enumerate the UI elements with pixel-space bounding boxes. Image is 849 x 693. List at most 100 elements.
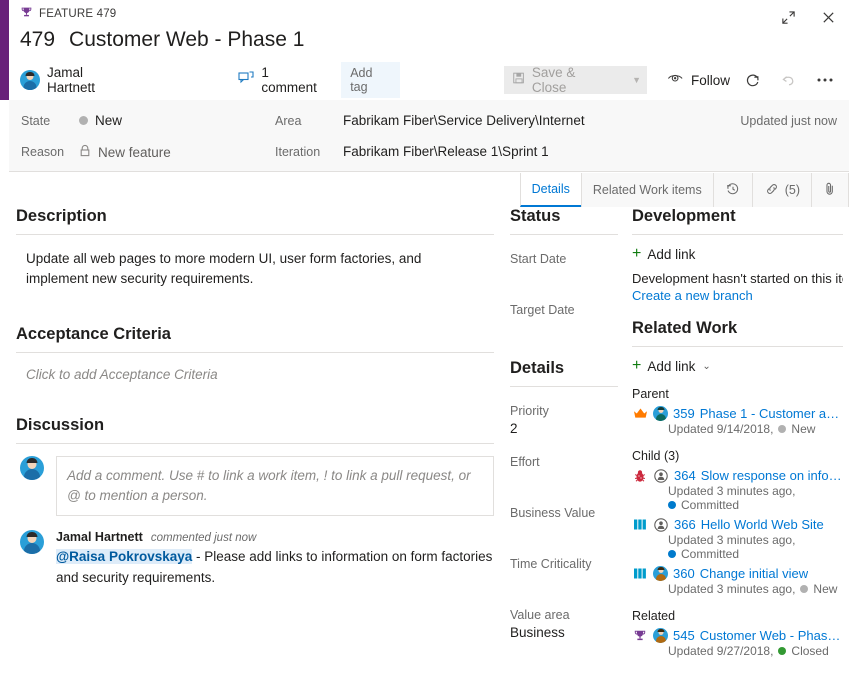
work-item-header: FEATURE 479 479 Customer Web - Phase 1 J… (9, 0, 849, 100)
assigned-to[interactable]: Jamal Hartnett (20, 65, 128, 95)
related-item-title[interactable]: Phase 1 - Customer acce... (700, 406, 843, 421)
add-tag-button[interactable]: Add tag (341, 62, 400, 98)
development-add-link-button[interactable]: + Add link (632, 246, 843, 262)
field-effort-value (510, 472, 632, 489)
close-icon[interactable] (815, 4, 841, 30)
save-and-close-label: Save & Close (531, 65, 576, 95)
tab-related-work-items-label: Related Work items (592, 183, 702, 197)
field-target-date[interactable]: Target Date (510, 303, 632, 337)
status-badge: Committed (668, 498, 739, 512)
history-icon (725, 181, 741, 200)
related-item-title[interactable]: Change initial view (700, 566, 808, 581)
related-item-line[interactable]: 366 Hello World Web Site (632, 517, 843, 532)
comment-timestamp: commented just now (150, 532, 257, 544)
related-item-meta: Updated 3 minutes ago, Committed (668, 533, 843, 561)
list-item: 366 Hello World Web Site Updated 3 minut… (632, 517, 843, 561)
follow-button[interactable]: Follow (667, 71, 730, 90)
avatar (20, 530, 44, 554)
field-iteration[interactable]: Iteration Fabrikam Fiber\Release 1\Sprin… (275, 144, 549, 159)
field-area-value: Fabrikam Fiber\Service Delivery\Internet (343, 113, 585, 128)
field-state[interactable]: State New (21, 113, 122, 128)
identity-placeholder-icon (653, 517, 669, 532)
work-item-tabs: Details Related Work items (5) (519, 173, 849, 207)
save-and-close-button: Save & Close ▼ (503, 65, 647, 95)
field-area[interactable]: Area Fabrikam Fiber\Service Delivery\Int… (275, 113, 585, 128)
status-badge: Committed (668, 547, 739, 561)
related-item-line[interactable]: 359 Phase 1 - Customer acce... (632, 406, 843, 421)
link-icon (764, 181, 780, 200)
field-start-date-label: Start Date (510, 252, 567, 266)
field-priority[interactable]: Priority 2 (510, 404, 632, 438)
breadcrumb: FEATURE 479 (20, 6, 116, 22)
field-start-date-value (510, 269, 632, 286)
status-badge: Closed (778, 644, 829, 658)
related-item-meta: Updated 3 minutes ago, Committed (668, 484, 843, 512)
related-item-updated: Updated 3 minutes ago, (668, 582, 796, 596)
status-heading: Status (510, 207, 618, 235)
right-column: Development + Add link Development hasn'… (632, 207, 849, 658)
field-value-area[interactable]: Value area Business (510, 608, 632, 642)
plus-icon: + (632, 357, 642, 374)
related-item-state: New (813, 582, 838, 596)
field-time-criticality-label: Time Criticality (510, 557, 592, 571)
field-start-date[interactable]: Start Date (510, 252, 632, 286)
description-text[interactable]: Update all web pages to more modern UI, … (16, 235, 494, 289)
related-item-state: Committed (681, 498, 740, 512)
field-effort[interactable]: Effort (510, 455, 632, 489)
state-dot-icon (668, 501, 676, 509)
tab-details[interactable]: Details (519, 173, 581, 207)
related-item-title[interactable]: Hello World Web Site (701, 517, 824, 532)
tab-links[interactable]: (5) (751, 173, 811, 207)
comment-count-link[interactable]: 1 comment (238, 65, 323, 95)
related-item-id[interactable]: 364 (674, 468, 696, 483)
userstory-icon (632, 518, 648, 531)
details-heading: Details (510, 359, 618, 387)
related-item-title[interactable]: Slow response on inform... (701, 468, 843, 483)
field-time-criticality[interactable]: Time Criticality (510, 557, 632, 591)
work-item-id: 479 (20, 28, 56, 51)
more-actions-icon[interactable] (811, 66, 839, 94)
related-item-id[interactable]: 545 (673, 628, 695, 643)
tab-related-work-items[interactable]: Related Work items (580, 173, 713, 207)
related-work-add-link-button[interactable]: + Add link ⌄ (632, 358, 843, 374)
related-item-line[interactable]: 360 Change initial view (632, 566, 843, 581)
tab-history[interactable] (712, 173, 752, 207)
refresh-icon[interactable] (738, 66, 766, 94)
work-item-field-strip: State New Reason New feature Area Fabrik… (9, 100, 849, 172)
field-target-date-label: Target Date (510, 303, 575, 317)
acceptance-criteria-heading: Acceptance Criteria (16, 325, 494, 353)
field-reason[interactable]: Reason New feature (21, 144, 171, 160)
create-new-branch-link[interactable]: Create a new branch (632, 288, 843, 303)
related-item-id[interactable]: 366 (674, 517, 696, 532)
window-controls (775, 4, 841, 30)
related-work-heading: Related Work (632, 319, 843, 347)
comment-compose-row: Add a comment. Use # to link a work item… (16, 444, 494, 516)
related-item-id[interactable]: 360 (673, 566, 695, 581)
feature-trophy-icon (20, 6, 33, 22)
comment-author: Jamal Hartnett (56, 530, 143, 544)
field-business-value-value (510, 523, 632, 540)
feature-icon (632, 629, 648, 643)
restore-icon[interactable] (775, 4, 801, 30)
left-column: Description Update all web pages to more… (0, 207, 510, 588)
work-item-title[interactable]: Customer Web - Phase 1 (69, 28, 304, 52)
field-iteration-value: Fabrikam Fiber\Release 1\Sprint 1 (343, 144, 549, 159)
tab-attachments[interactable] (811, 173, 849, 207)
related-item-id[interactable]: 359 (673, 406, 695, 421)
middle-column: Status Start Date Target Date Details Pr… (510, 207, 632, 642)
field-target-date-value (510, 320, 632, 337)
related-item-meta: Updated 3 minutes ago, New (668, 582, 843, 596)
comment-input[interactable]: Add a comment. Use # to link a work item… (56, 456, 494, 516)
chevron-down-icon[interactable]: ▼ (632, 75, 641, 85)
chevron-down-icon[interactable]: ⌄ (702, 361, 710, 372)
state-dot-icon (79, 116, 88, 125)
related-item-line[interactable]: 545 Customer Web - Phase 1 (632, 628, 843, 643)
related-item-line[interactable]: 364 Slow response on inform... (632, 468, 843, 483)
description-heading: Description (16, 207, 494, 235)
epic-icon (632, 407, 648, 420)
updated-note: Updated just now (740, 114, 837, 128)
related-item-title[interactable]: Customer Web - Phase 1 (700, 628, 843, 643)
mention-link[interactable]: @Raisa Pokrovskaya (56, 549, 193, 564)
acceptance-criteria-placeholder[interactable]: Click to add Acceptance Criteria (16, 353, 494, 382)
field-business-value[interactable]: Business Value (510, 506, 632, 540)
